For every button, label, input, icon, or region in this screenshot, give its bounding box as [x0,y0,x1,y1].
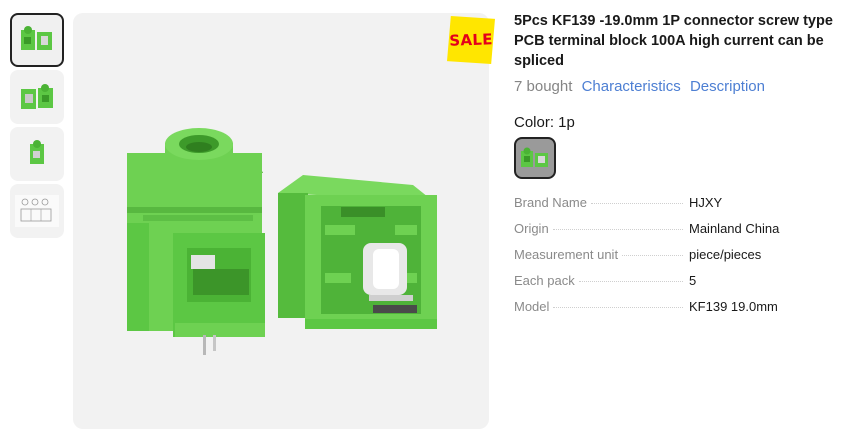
spec-value: 5 [689,273,697,288]
spec-value: HJXY [689,195,723,210]
spec-row: Model KF139 19.0mm [514,299,844,325]
terminal-block-right [278,175,437,329]
spec-key: Brand Name [514,195,591,210]
sale-badge-text: SALE [448,30,494,50]
spec-row: Brand Name HJXY [514,195,844,221]
product-title: 5Pcs KF139 -19.0mm 1P connector screw ty… [514,13,833,69]
specifications-list: Brand Name HJXY Origin Mainland China Me… [514,195,844,325]
spec-value: KF139 19.0mm [689,299,778,314]
two-green-blocks-swatch-icon [521,147,548,167]
spec-key: Origin [514,221,553,236]
technical-drawing-thumb-icon [15,195,59,227]
thumbnail-2[interactable] [10,70,64,124]
product-meta: 7 bought Characteristics Description [514,77,844,97]
description-link[interactable]: Description [690,78,765,95]
thumbnail-4[interactable] [10,184,64,238]
thumbnail-3[interactable] [10,127,64,181]
product-info-panel: 5Pcs KF139 -19.0mm 1P connector screw ty… [514,11,844,325]
spec-row: Measurement unit piece/pieces [514,247,844,273]
spec-row: Each pack 5 [514,273,844,299]
spec-row: Origin Mainland China [514,221,844,247]
characteristics-link[interactable]: Characteristics [582,78,681,95]
single-green-block-thumb-icon [30,140,44,164]
thumbnail-strip [10,13,64,241]
sale-badge: SALE [447,16,495,64]
spec-value: piece/pieces [689,247,762,262]
spec-key: Each pack [514,273,579,288]
thumbnail-1[interactable] [10,13,64,67]
two-green-blocks-thumb-alt-icon [21,84,53,109]
bought-count: 7 bought [514,78,573,95]
two-green-blocks-thumb-icon [21,26,52,50]
spec-value: Mainland China [689,221,780,236]
main-product-image[interactable] [73,13,489,429]
spec-key: Model [514,299,554,314]
terminal-block-left [127,128,265,355]
color-label: Color: 1p [514,114,575,131]
spec-key: Measurement unit [514,247,623,262]
color-swatch-1p[interactable] [514,137,556,179]
green-terminal-blocks-image-icon [127,128,437,355]
